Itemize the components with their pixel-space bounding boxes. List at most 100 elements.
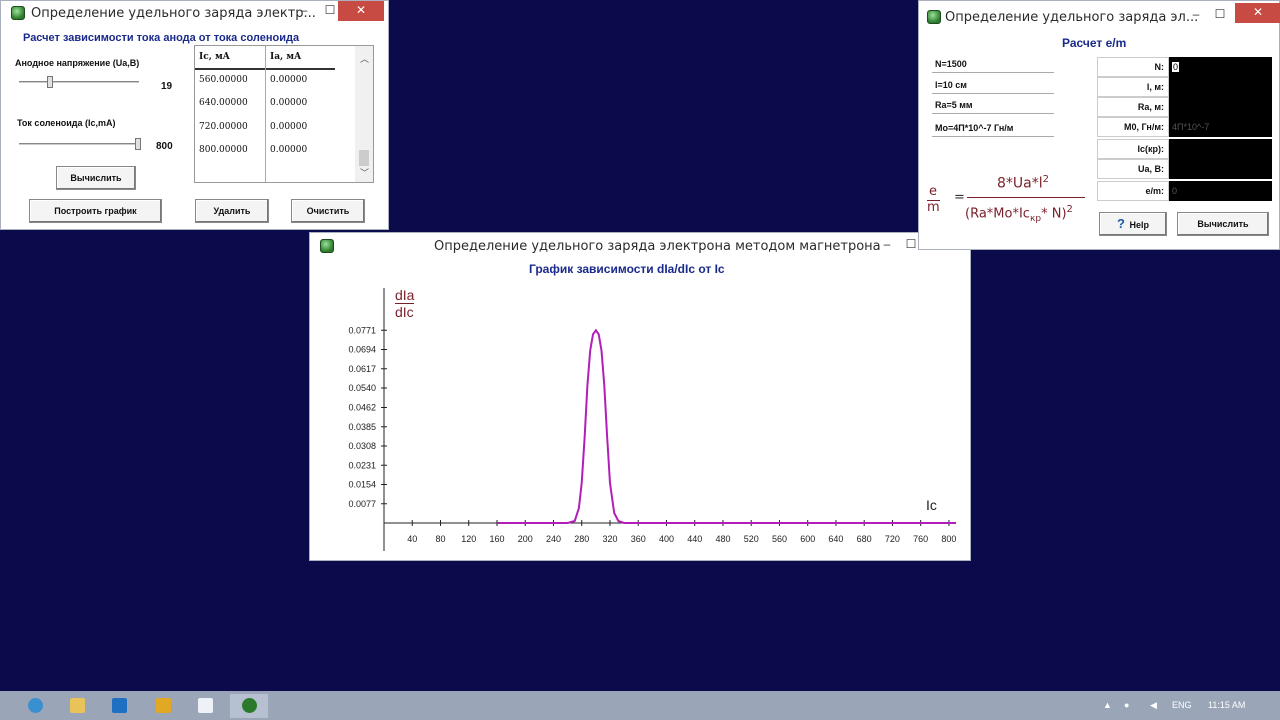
slider-thumb[interactable] (47, 76, 53, 88)
input-ic-critical[interactable] (1169, 139, 1272, 159)
x-tick-label: 640 (828, 534, 843, 544)
info-radius: Ra=5 мм (932, 97, 1054, 114)
x-axis-label: Ic (926, 497, 937, 513)
y-tick-label: 0.0462 (348, 403, 376, 413)
solenoid-current-label: Ток соленоида (Ic,mA) (17, 118, 116, 128)
scroll-up-icon[interactable]: ︿ (360, 52, 369, 65)
x-tick-label: 760 (913, 534, 928, 544)
column-header-ia: Ia, мA (270, 52, 302, 62)
formula-equals: = (954, 190, 965, 205)
formula: e m = 8*Ua*l2 (Ra*Mo*Icкр* N)2 (925, 166, 1101, 226)
output-em[interactable]: 0 (1169, 181, 1272, 201)
formula-denominator-exp: 2 (1066, 204, 1073, 215)
input-ua[interactable] (1169, 159, 1272, 179)
taskbar-app[interactable] (144, 694, 182, 718)
delete-button[interactable]: Удалить (195, 199, 269, 223)
y-tick-label: 0.0617 (348, 364, 376, 374)
formula-numerator-exp: 2 (1042, 174, 1049, 185)
chart: 40 80 120 160 200 240 280 320 360 400 440 480 520 560… (348, 288, 956, 551)
x-tick-label: 280 (574, 534, 589, 544)
tray-network-icon[interactable]: ● (1124, 700, 1129, 710)
notepad-icon (198, 698, 213, 713)
app-icon (11, 6, 25, 20)
taskbar-notepad[interactable] (186, 694, 224, 718)
magnetron-icon (242, 698, 257, 713)
calculate-button[interactable]: Вычислить (1177, 212, 1269, 236)
table-cell: 0.00000 (270, 122, 308, 132)
field-label-n: N: (1097, 57, 1169, 77)
title-bar[interactable]: Определение удельного заряда электр... –… (1, 1, 388, 25)
y-tick-label: 0.0771 (348, 325, 376, 335)
close-button[interactable]: ✕ (1235, 3, 1280, 23)
x-tick-label: 320 (602, 534, 617, 544)
maximize-button[interactable]: ☐ (321, 1, 339, 21)
input-length[interactable] (1169, 77, 1272, 97)
field-label-mu0: M0, Гн/м: (1097, 117, 1169, 137)
input-n-value: 0 (1172, 62, 1180, 72)
x-tick-label: 520 (744, 534, 759, 544)
close-button[interactable]: ✕ (338, 1, 384, 21)
field-label-ic-critical: Ic(кр): (1097, 139, 1169, 159)
minimize-button[interactable]: – (1187, 5, 1205, 25)
formula-denominator-text: (Ra*Mo*Ic (965, 206, 1030, 222)
table-cell: 560.00000 (199, 75, 248, 85)
help-button[interactable]: ? Help (1099, 212, 1167, 236)
column-divider (265, 46, 266, 182)
tray-volume-icon[interactable]: ◀ (1150, 700, 1157, 711)
y-tick-label: 0.0231 (348, 460, 376, 470)
table-cell: 0.00000 (270, 98, 308, 108)
plot-graph-button[interactable]: Построить график (29, 199, 162, 223)
solenoid-window: Определение удельного заряда электр... –… (0, 0, 389, 230)
taskbar-magnetron[interactable] (230, 694, 268, 718)
clear-button[interactable]: Очистить (291, 199, 365, 223)
minimize-button[interactable]: – (295, 1, 313, 21)
clock[interactable]: 11:15 AM (1208, 700, 1245, 710)
y-axis-label-denominator: dIc (395, 304, 414, 320)
maximize-button[interactable]: ☐ (1211, 5, 1229, 25)
table-cell: 640.00000 (199, 98, 248, 108)
em-window: Определение удельного заряда эл... – ☐ ✕… (918, 0, 1280, 250)
field-label-em: e/m: (1097, 181, 1169, 201)
help-label: Help (1129, 220, 1149, 230)
table-cell: 800.00000 (199, 145, 248, 155)
x-tick-label: 800 (941, 534, 956, 544)
x-tick-label: 560 (772, 534, 787, 544)
language-indicator[interactable]: ENG (1172, 700, 1192, 710)
section-title: Расчет зависимости тока анода от тока со… (23, 32, 300, 44)
input-mu0[interactable]: 4П*10^-7 (1169, 117, 1272, 137)
solenoid-current-value: 800 (156, 141, 173, 152)
anode-voltage-slider[interactable] (19, 81, 139, 84)
scroll-down-icon[interactable]: ﹀ (360, 166, 369, 179)
folder-icon (70, 698, 85, 713)
field-label-length: l, м: (1097, 77, 1169, 97)
field-label-ua: Ua, B: (1097, 159, 1169, 179)
scroll-thumb[interactable] (359, 150, 369, 166)
x-tick-label: 120 (461, 534, 476, 544)
data-table[interactable]: Ic, мA Ia, мA 560.00000 0.00000 640.0000… (194, 45, 374, 183)
info-n: N=1500 (932, 56, 1054, 73)
section-title: Расчет e/m (1062, 36, 1127, 50)
table-cell: 720.00000 (199, 122, 248, 132)
formula-lhs-den: m (927, 200, 940, 215)
input-radius[interactable] (1169, 97, 1272, 117)
solenoid-current-slider[interactable] (19, 143, 139, 146)
table-cell: 0.00000 (270, 75, 308, 85)
title-bar[interactable]: Определение удельного заряда эл... – ☐ ✕ (919, 1, 1280, 25)
formula-numerator: 8*Ua*l2 (997, 174, 1049, 192)
window-title: Определение удельного заряда электр... (31, 6, 316, 21)
taskbar-outlook[interactable] (100, 694, 138, 718)
tray-up-arrow-icon[interactable]: ▲ (1103, 700, 1112, 710)
taskbar-explorer[interactable] (58, 694, 96, 718)
calculate-button[interactable]: Вычислить (56, 166, 136, 190)
formula-numerator-text: 8*Ua*l (997, 175, 1043, 192)
vertical-scrollbar[interactable]: ︿ ﹀ (355, 46, 373, 182)
app-icon (156, 698, 171, 713)
series-line (497, 328, 956, 524)
x-tick-label: 200 (518, 534, 533, 544)
x-tick-label: 400 (659, 534, 674, 544)
slider-thumb[interactable] (135, 138, 141, 150)
start-button[interactable] (16, 694, 54, 718)
formula-lhs-num: e (929, 184, 937, 199)
input-n[interactable]: 0 (1169, 57, 1272, 77)
column-header-ic: Ic, мA (199, 52, 230, 62)
